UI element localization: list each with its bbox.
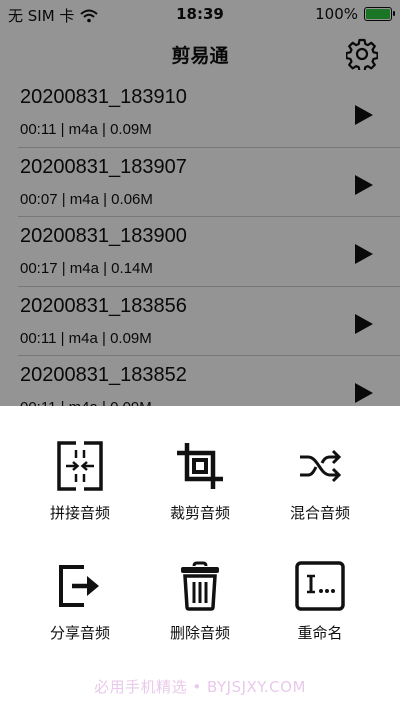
watermark: 必用手机精选 • BYJSJXY.COM [94,678,306,696]
share-audio-button[interactable]: 分享音频 [20,560,140,643]
action-label: 重命名 [297,624,343,642]
rename-button[interactable]: 重命名 [260,560,380,643]
merge-audio-icon [57,441,103,491]
shuffle-icon [300,449,342,483]
merge-audio-button[interactable]: 拼接音频 [20,440,140,523]
action-label: 裁剪音频 [169,504,230,522]
action-label: 混合音频 [289,504,350,522]
action-sheet: 拼接音频 裁剪音频 混合音频 分享音频 删除音频 重命名 必用手机精选 • BY… [0,406,400,710]
crop-audio-button[interactable]: 裁剪音频 [140,440,260,523]
crop-icon [177,443,223,489]
app-screen: 无 SIM 卡 18:39 100% 剪易通 20200831_183910 0… [0,0,400,710]
mix-audio-button[interactable]: 混合音频 [260,440,380,523]
rename-icon [295,561,345,611]
share-exit-icon [59,565,99,607]
dim-overlay[interactable] [0,0,400,406]
action-label: 分享音频 [49,624,110,642]
action-label: 拼接音频 [49,504,110,522]
trash-icon [181,561,219,611]
delete-audio-button[interactable]: 删除音频 [140,560,260,643]
action-label: 删除音频 [169,624,230,642]
